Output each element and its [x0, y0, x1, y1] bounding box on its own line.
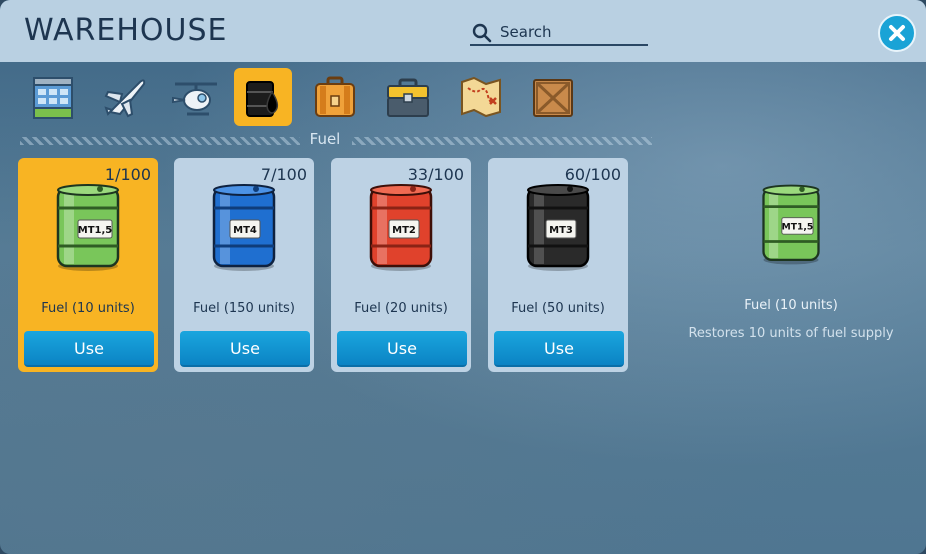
toolbox-icon — [387, 78, 429, 117]
fuel-barrel-icon: MT2 — [369, 184, 433, 271]
category-tab-helicopters[interactable] — [167, 68, 225, 126]
close-button[interactable] — [878, 14, 916, 52]
item-card-fuel-20[interactable]: 33/100 MT2 Fuel (20 units) Use — [331, 158, 471, 372]
header-bar: WAREHOUSE — [0, 0, 926, 62]
barrel-tag: MT2 — [392, 225, 416, 236]
barrel-tag: MT4 — [233, 225, 257, 236]
search-box[interactable] — [470, 22, 648, 46]
use-button[interactable]: Use — [24, 331, 154, 367]
window-title: WAREHOUSE — [24, 13, 228, 48]
close-icon — [889, 25, 905, 41]
barrel-tag: MT3 — [549, 225, 573, 236]
category-tab-airplanes[interactable] — [96, 68, 154, 126]
use-button[interactable]: Use — [494, 331, 624, 367]
item-card-fuel-150[interactable]: 7/100 MT4 Fuel (150 units) Use — [174, 158, 314, 372]
warehouse-window: WAREHOUSE Search Fuel 1/100 MT1,5 Fuel (… — [0, 0, 926, 554]
item-name: Fuel (150 units) — [193, 301, 295, 316]
treasure-map-icon — [461, 76, 501, 118]
use-button[interactable]: Use — [180, 331, 310, 367]
item-name: Fuel (50 units) — [511, 301, 605, 316]
airplane-icon — [104, 79, 146, 118]
suitcase-icon — [315, 76, 355, 117]
fuel-barrel-icon: MT4 — [212, 184, 276, 271]
search-input[interactable] — [500, 22, 640, 42]
item-card-fuel-10[interactable]: 1/100 MT1,5 Fuel (10 units) Use — [18, 158, 158, 372]
helicopter-icon — [172, 82, 217, 116]
category-tab-tools[interactable] — [379, 68, 437, 126]
category-tab-maps[interactable] — [452, 68, 510, 126]
fuel-barrel-icon: MT1,5 — [762, 184, 820, 265]
item-name: Fuel (20 units) — [354, 301, 448, 316]
fuel-barrel-icon: MT3 — [526, 184, 590, 271]
item-card-fuel-50[interactable]: 60/100 MT3 Fuel (50 units) Use — [488, 158, 628, 372]
section-title: Fuel — [309, 130, 341, 148]
detail-item-description: Restores 10 units of fuel supply — [688, 326, 894, 341]
wooden-crate-icon — [533, 79, 573, 117]
building-icon — [33, 77, 73, 119]
item-detail-panel: MT1,5 Fuel (10 units) Restores 10 units … — [660, 180, 922, 360]
category-tab-luggage[interactable] — [306, 68, 364, 126]
oil-drop-icon — [246, 81, 279, 117]
fuel-barrel-icon: MT1,5 — [56, 184, 120, 271]
category-tab-crates[interactable] — [524, 68, 582, 126]
barrel-tag: MT1,5 — [78, 225, 113, 236]
item-name: Fuel (10 units) — [41, 301, 135, 316]
use-button[interactable]: Use — [337, 331, 467, 367]
detail-item-name: Fuel (10 units) — [744, 298, 838, 313]
search-icon — [472, 23, 492, 43]
barrel-tag: MT1,5 — [782, 222, 814, 233]
category-tab-fuel[interactable] — [234, 68, 292, 126]
category-tab-buildings[interactable] — [24, 68, 82, 126]
